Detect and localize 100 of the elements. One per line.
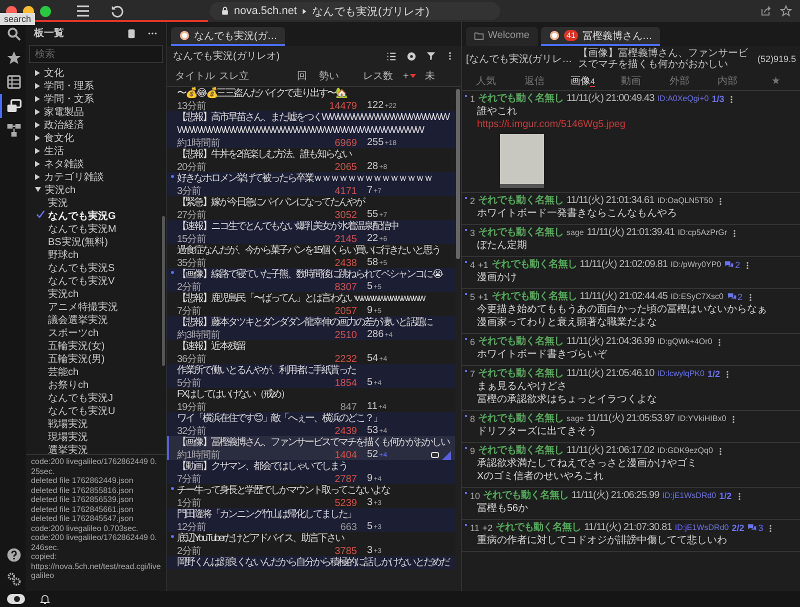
- replies-count[interactable]: 2: [735, 259, 740, 271]
- share-icon[interactable]: [760, 5, 772, 17]
- column-header[interactable]: レス数: [363, 69, 403, 83]
- category-item[interactable]: 食文化: [26, 131, 148, 144]
- toggle-switch[interactable]: [7, 594, 25, 604]
- board-item[interactable]: 選挙実況: [26, 443, 148, 454]
- chevron-icon: [301, 8, 308, 14]
- poster-id[interactable]: ID:jE1WsDRd0: [662, 490, 716, 502]
- photo-placeholder[interactable]: [500, 134, 544, 188]
- category-item[interactable]: 家電製品: [26, 105, 148, 118]
- filter-tab[interactable]: 人気: [462, 74, 510, 88]
- board-item[interactable]: BS実況(無料): [26, 235, 148, 248]
- clipboard-icon[interactable]: [126, 28, 137, 38]
- disc-icon[interactable]: [406, 50, 417, 62]
- post-text: 漫画家ってわりと衰え顕著な職業だよな: [476, 317, 658, 329]
- poster-id[interactable]: ID:ESyC7Xsc0: [670, 291, 724, 303]
- replies-count[interactable]: 2: [738, 291, 743, 303]
- poster-id[interactable]: ID:gQWk+4Or0: [657, 336, 712, 348]
- poster-id[interactable]: ID:cp5AzPrGr: [678, 227, 728, 239]
- filter-tab[interactable]: 画像4: [558, 74, 607, 88]
- post-number[interactable]: 1: [470, 93, 476, 105]
- category-item[interactable]: ネタ雑談: [26, 157, 148, 170]
- board-item[interactable]: 実況ch: [26, 287, 148, 300]
- column-header[interactable]: スレ立: [219, 69, 297, 83]
- star-icon[interactable]: [780, 5, 792, 17]
- column-header[interactable]: 勢い: [319, 69, 363, 83]
- board-item[interactable]: なんでも実況V: [26, 274, 148, 287]
- post-number[interactable]: 9: [470, 445, 476, 457]
- board-item[interactable]: スポーツch: [26, 326, 148, 339]
- thread-tab[interactable]: 41 冨樫義博さん…: [540, 27, 660, 46]
- post-text: ホワイトボード一発書きならこんなもんやろ: [476, 208, 678, 220]
- board-item[interactable]: 議会選挙実況: [26, 313, 148, 326]
- post-date: 11/11(火) 21:05:53.97: [586, 413, 675, 425]
- thread-tab[interactable]: Welcome: [466, 27, 538, 46]
- board-item[interactable]: なんでも実況J: [26, 391, 148, 404]
- post-number[interactable]: 8: [470, 413, 476, 425]
- poster-id[interactable]: ID:lcwylqPK0: [657, 368, 704, 380]
- filter-tab[interactable]: ★: [752, 76, 800, 86]
- filter-icon[interactable]: [426, 51, 436, 61]
- board-item[interactable]: 戦場実況: [26, 417, 148, 430]
- search-field[interactable]: 検索: [29, 45, 163, 63]
- thread-age: 1分前: [177, 498, 202, 508]
- momentum-value: 2065: [334, 162, 358, 172]
- filter-tab[interactable]: 内部: [703, 74, 752, 88]
- post-number[interactable]: 5: [470, 291, 476, 303]
- board-item[interactable]: なんでも実況U: [26, 404, 148, 417]
- board-item[interactable]: 五輪実況(男): [26, 352, 148, 365]
- category-item[interactable]: 文化: [26, 66, 148, 79]
- board-item[interactable]: なんでも実況G: [26, 209, 148, 222]
- momentum-value: 847: [340, 402, 358, 412]
- filter-tab[interactable]: 動画: [606, 74, 656, 88]
- board-tab[interactable]: なんでも実況(ガ…: [171, 27, 286, 46]
- reaction-count: +1: [478, 259, 488, 271]
- menu-icon[interactable]: [75, 3, 91, 19]
- post-number[interactable]: 2: [470, 195, 476, 207]
- post-number[interactable]: 4: [470, 259, 476, 271]
- category-item[interactable]: 学問・文系: [26, 92, 148, 105]
- category-item[interactable]: 政治経済: [26, 118, 148, 131]
- poster-id[interactable]: ID:A0XeQgi+0: [657, 93, 709, 105]
- poster-id[interactable]: ID:/pWry0YP0: [670, 259, 722, 271]
- category-item[interactable]: 実況ch: [26, 183, 148, 196]
- filter-tab[interactable]: 外部: [655, 74, 704, 88]
- thread-age: 12分前: [177, 522, 208, 532]
- reply-count: 255: [367, 137, 384, 148]
- search-icon: [6, 26, 22, 42]
- scrollbar[interactable]: [456, 89, 460, 259]
- post-number[interactable]: 6: [470, 336, 476, 348]
- board-item[interactable]: 芸能ch: [26, 365, 148, 378]
- category-item[interactable]: カテゴリ雑談: [26, 170, 148, 183]
- column-header[interactable]: 回: [297, 69, 319, 83]
- board-item[interactable]: なんでも実況S: [26, 261, 148, 274]
- category-item[interactable]: 生活: [26, 144, 148, 157]
- address-bar[interactable]: nova.5ch.net なんでも実況(ガリレオ): [210, 2, 500, 20]
- post-number[interactable]: 3: [470, 227, 476, 239]
- board-item[interactable]: なんでも実況M: [26, 222, 148, 235]
- post-marker-icon: [465, 229, 467, 231]
- post-number[interactable]: 7: [470, 368, 476, 380]
- scrollbar[interactable]: [162, 216, 165, 366]
- board-item[interactable]: 現場実況: [26, 430, 148, 443]
- column-header[interactable]: +: [403, 70, 425, 82]
- maximize-icon[interactable]: [40, 6, 51, 16]
- board-item[interactable]: アニメ特撮実況: [26, 300, 148, 313]
- list-icon[interactable]: [386, 50, 397, 62]
- filter-tab[interactable]: 返信: [510, 74, 559, 88]
- column-header[interactable]: 未: [425, 69, 447, 83]
- poster-id[interactable]: ID:GDK9ezQq0: [657, 445, 713, 457]
- board-item[interactable]: 五輪実況(女): [26, 339, 148, 352]
- replies-count[interactable]: 3: [758, 522, 764, 534]
- board-item[interactable]: 実況: [26, 196, 148, 209]
- post-number[interactable]: 11: [470, 522, 480, 534]
- column-header[interactable]: タイトル: [175, 69, 219, 83]
- poster-id[interactable]: ID:YVkiHIBx0: [678, 413, 726, 425]
- poster-id[interactable]: ID:OaQLN5T50: [657, 195, 713, 207]
- post-number[interactable]: 10: [470, 490, 480, 502]
- board-item[interactable]: お祭りch: [26, 378, 148, 391]
- category-item[interactable]: 学問・理系: [26, 79, 148, 92]
- poster-id[interactable]: ID:jE1WsDRd0: [674, 522, 729, 534]
- bell-icon[interactable]: [39, 593, 51, 605]
- board-item[interactable]: 野球ch: [26, 248, 148, 261]
- reload-icon[interactable]: [110, 4, 124, 18]
